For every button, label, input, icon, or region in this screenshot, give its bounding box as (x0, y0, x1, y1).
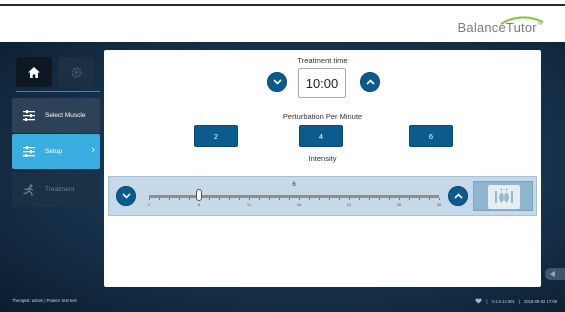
slider-tick-label: 16 (296, 202, 302, 207)
intensity-slider-ticks: 1 6 11 16 21 26 30 (147, 198, 442, 212)
chevron-down-icon (121, 193, 131, 199)
slider-tick (149, 198, 150, 200)
slider-tick (169, 198, 170, 200)
sidebar-item-label: Select Muscle (45, 112, 86, 119)
chevron-down-icon (272, 79, 282, 85)
gear-icon (70, 66, 82, 78)
treatment-time-value[interactable]: 10:00 (298, 68, 346, 98)
slider-tick (409, 198, 410, 200)
home-button[interactable] (16, 57, 52, 87)
slider-tick-label: 11 (246, 202, 252, 207)
platform-button[interactable] (473, 181, 533, 211)
slider-tick (379, 198, 380, 200)
platform-icon-frame (488, 185, 520, 209)
slider-tick (209, 198, 210, 200)
slider-tick (349, 198, 350, 200)
slider-tick-label: 26 (396, 202, 402, 207)
intensity-decrease-button[interactable] (116, 186, 136, 206)
slider-tick (249, 198, 250, 200)
footer-separator: | (486, 298, 488, 304)
home-icon (28, 66, 40, 78)
slider-tick-label: 6 (197, 202, 201, 207)
time-increase-button[interactable] (360, 72, 380, 92)
sliders-icon (21, 109, 37, 123)
slider-tick (319, 198, 320, 200)
settings-button[interactable] (58, 57, 94, 87)
perturbation-title: Perturbation Per Minute (282, 112, 363, 121)
slider-tick (289, 198, 290, 200)
sidebar-divider (16, 91, 100, 92)
sidebar: Select Muscle Setup › Treatment (12, 52, 100, 288)
sidebar-item-treatment[interactable]: Treatment (12, 172, 100, 207)
slider-tick (329, 198, 330, 200)
footer-datetime: 2018-09-02 17:09 (523, 298, 557, 304)
slider-tick (259, 198, 260, 200)
footer-separator: | (518, 298, 520, 304)
slider-tick-label: 30 (436, 202, 442, 207)
slider-tick-label: 21 (346, 202, 352, 207)
slider-tick (309, 198, 310, 200)
brand-name: BalanceTutor™ (457, 20, 543, 35)
slider-tick (269, 198, 270, 200)
footer-version: V.1.0.14.001 (491, 298, 515, 304)
perturbation-option-4[interactable]: 4 (299, 125, 343, 147)
perturbation-option-6[interactable]: 6 (409, 125, 453, 147)
sidebar-top-row (12, 52, 100, 88)
slider-tick (399, 198, 400, 200)
footer-status: | V.1.0.14.001 | 2018-09-02 17:09 (475, 298, 557, 304)
runner-icon (21, 183, 37, 197)
slider-tick (229, 198, 230, 200)
slider-tick (159, 198, 160, 200)
perturbation-option-2[interactable]: 2 (194, 125, 238, 147)
intensity-value-label: 6 (292, 182, 296, 188)
intensity-slider-strip: 1 6 11 16 21 26 30 6 (108, 176, 537, 216)
slider-tick (279, 198, 280, 200)
slider-tick (389, 198, 390, 200)
treatment-time-title: Treatment time (297, 56, 348, 65)
header-bar: BalanceTutor™ (0, 0, 565, 42)
slider-tick (359, 198, 360, 200)
slider-tick (239, 198, 240, 200)
header-rule (0, 4, 565, 6)
setup-panel: Treatment time 10:00 Perturbation Per Mi… (104, 50, 541, 287)
slider-tick-label: 1 (147, 202, 151, 207)
slider-tick (189, 198, 190, 200)
chevron-up-icon (365, 79, 375, 85)
heart-icon (475, 298, 482, 304)
footer-user-info: Therapist: admin | Patient: test test (12, 298, 77, 303)
intensity-title: Intensity (308, 154, 337, 163)
slider-tick (369, 198, 370, 200)
slider-tick (439, 198, 440, 200)
pull-tab-icon[interactable] (541, 262, 565, 286)
sliders-icon (21, 145, 37, 159)
chevron-up-icon (453, 193, 463, 199)
sidebar-item-label: Treatment (45, 186, 75, 193)
feet-platform-icon (495, 188, 513, 203)
slider-tick (339, 198, 340, 200)
sidebar-item-label: Setup (45, 148, 62, 155)
time-decrease-button[interactable] (267, 72, 287, 92)
slider-tick (299, 198, 300, 200)
slider-tick (179, 198, 180, 200)
slider-tick (219, 198, 220, 200)
slider-tick (419, 198, 420, 200)
slider-tick (429, 198, 430, 200)
intensity-increase-button[interactable] (448, 186, 468, 206)
sidebar-item-setup[interactable]: Setup › (12, 134, 100, 169)
sidebar-item-select-muscle[interactable]: Select Muscle (12, 98, 100, 133)
intensity-slider-thumb[interactable] (196, 189, 202, 201)
chevron-right-icon: › (91, 144, 95, 156)
